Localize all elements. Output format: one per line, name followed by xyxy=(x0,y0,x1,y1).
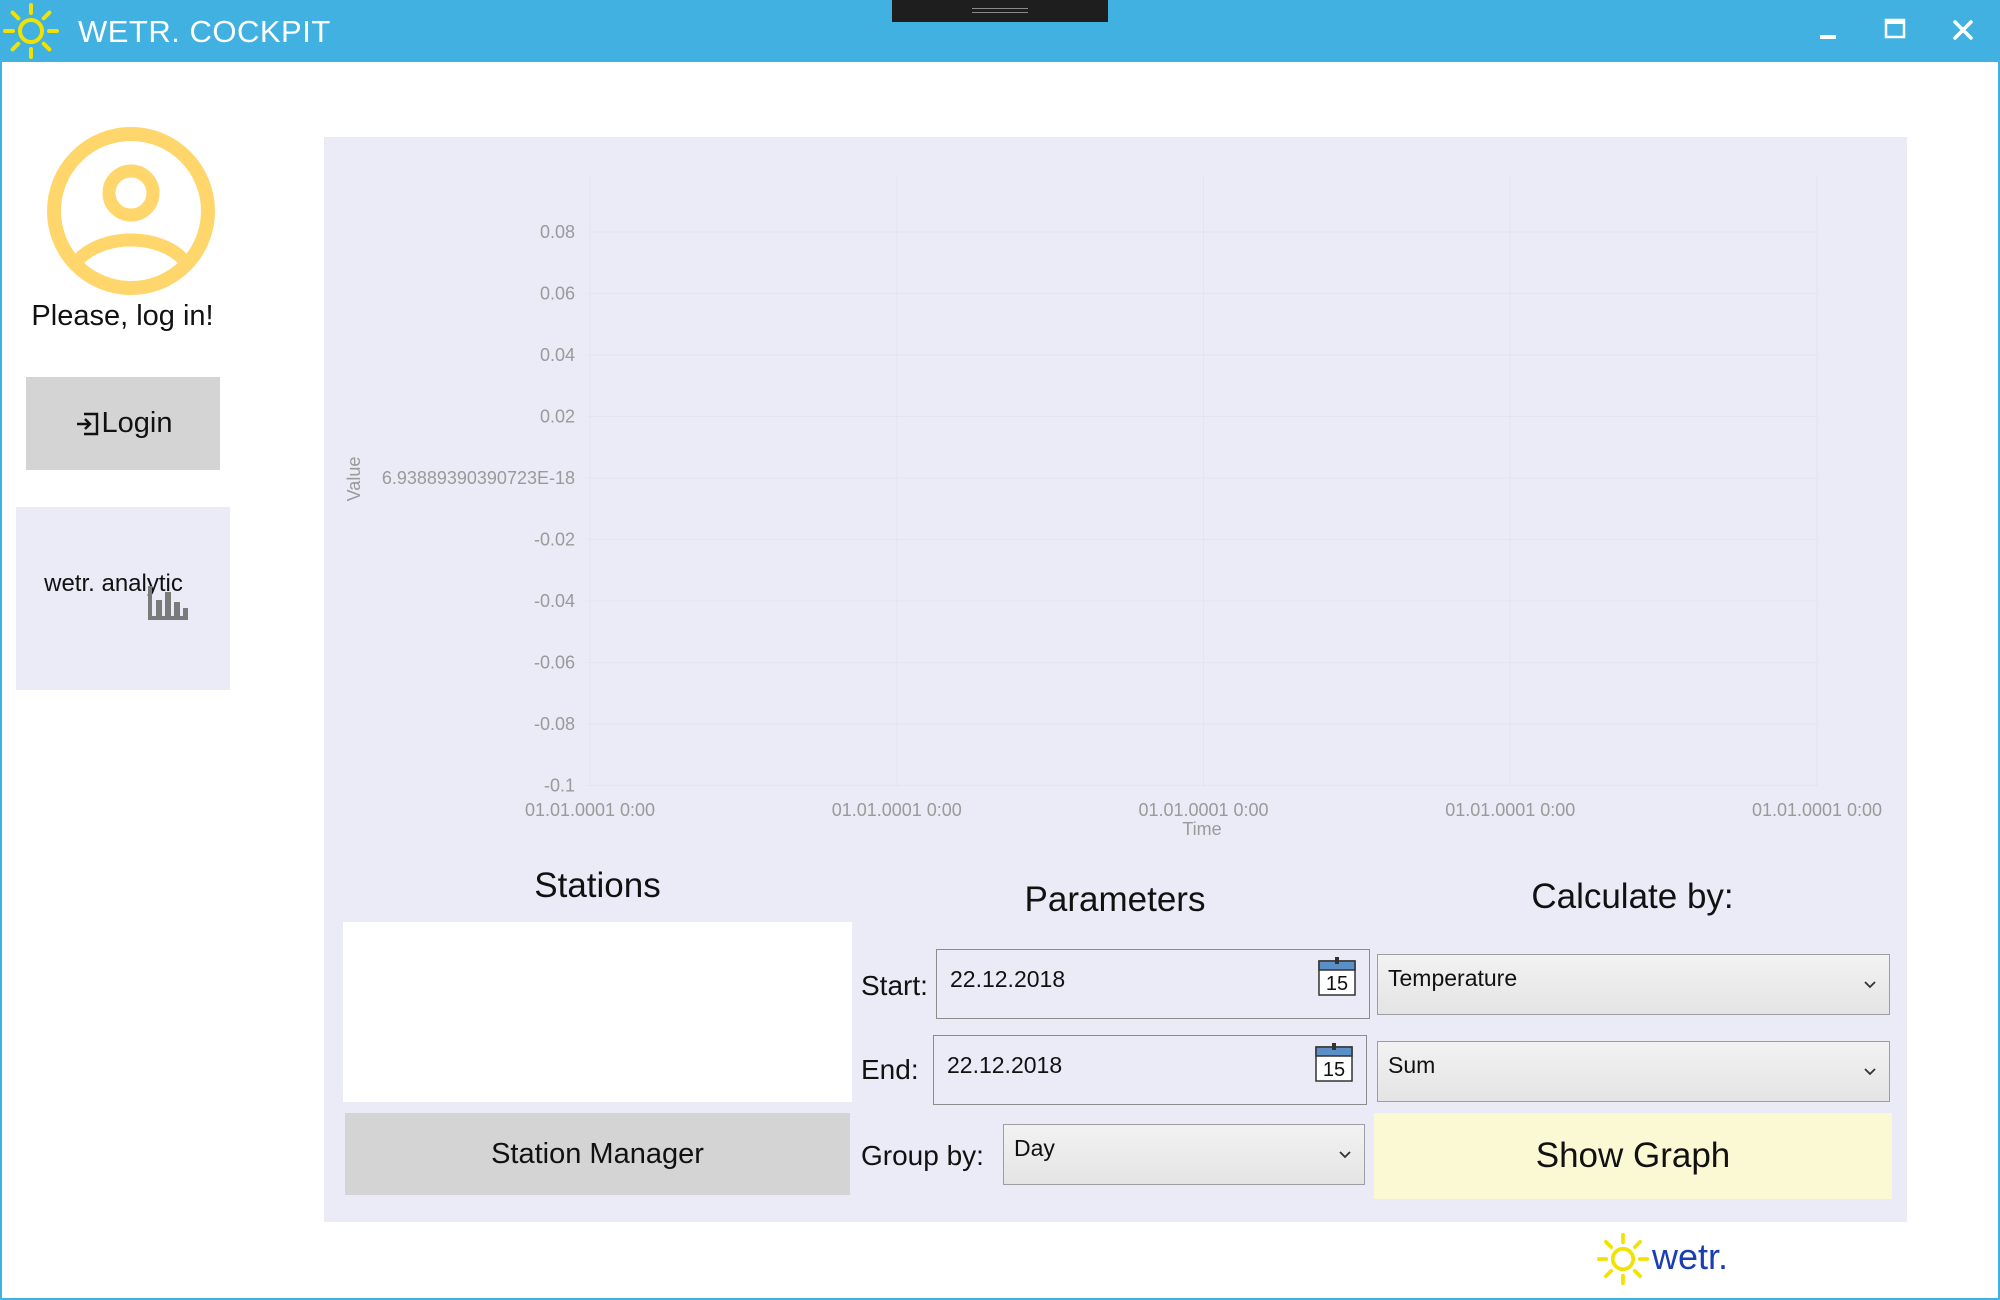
y-axis-label: Value xyxy=(344,457,364,502)
y-tick-label: -0.04 xyxy=(534,591,575,611)
group-by-select[interactable]: Day xyxy=(1003,1124,1365,1185)
parameter-select[interactable]: Temperature xyxy=(1377,954,1890,1015)
maximize-button[interactable] xyxy=(1873,10,1917,52)
maximize-icon xyxy=(1884,18,1906,39)
grip-icon xyxy=(972,8,1028,13)
stations-list[interactable] xyxy=(343,922,852,1102)
calendar-day: 15 xyxy=(1326,973,1348,995)
y-tick-label: -0.1 xyxy=(544,776,575,796)
bar-chart-icon xyxy=(148,586,188,620)
end-date-value: 22.12.2018 xyxy=(947,1052,1063,1078)
drag-handle[interactable] xyxy=(892,0,1108,22)
calculate-by-title: Calculate by: xyxy=(1531,877,1734,916)
calendar-icon[interactable]: 15 xyxy=(1314,1041,1354,1083)
x-axis-label: Time xyxy=(1182,819,1221,839)
start-date-picker[interactable]: 22.12.2018 15 xyxy=(936,949,1370,1019)
group-by-value: Day xyxy=(1014,1135,1055,1161)
values-chart[interactable]: 0.08 0.06 0.04 0.02 6.93889390390723E-18 -0.0… xyxy=(324,137,1907,852)
x-tick-label: 01.01.0001 0:00 xyxy=(1752,800,1882,820)
y-tick-label: 0.08 xyxy=(540,222,575,242)
chevron-down-icon xyxy=(1339,1150,1351,1158)
x-tick-label: 01.01.0001 0:00 xyxy=(832,800,962,820)
login-button[interactable]: Login xyxy=(26,377,220,470)
x-tick-label: 01.01.0001 0:00 xyxy=(525,800,655,820)
aggregation-select[interactable]: Sum xyxy=(1377,1041,1890,1102)
x-tick-label: 01.01.0001 0:00 xyxy=(1138,800,1268,820)
sun-logo-icon xyxy=(3,3,59,59)
minimize-button[interactable] xyxy=(1806,10,1850,52)
y-tick-label: 6.93889390390723E-18 xyxy=(382,468,575,488)
brand-text: wetr. xyxy=(1652,1236,1729,1277)
chevron-down-icon xyxy=(1864,1067,1876,1075)
login-button-label: Login xyxy=(101,407,173,439)
calendar-icon[interactable]: 15 xyxy=(1317,955,1357,997)
end-date-picker[interactable]: 22.12.2018 15 xyxy=(933,1035,1367,1105)
group-by-label: Group by: xyxy=(861,1140,984,1171)
show-graph-button[interactable]: Show Graph xyxy=(1374,1113,1892,1199)
sun-logo-icon xyxy=(1596,1232,1650,1286)
brand-logo: wetr. xyxy=(1596,1228,1746,1286)
title-bar[interactable]: WETR. COCKPIT xyxy=(0,0,2000,62)
y-tick-label: -0.06 xyxy=(534,653,575,673)
start-label: Start: xyxy=(861,970,928,1001)
x-tick-label: 01.01.0001 0:00 xyxy=(1445,800,1575,820)
user-avatar-icon xyxy=(47,127,215,295)
y-tick-label: -0.02 xyxy=(534,530,575,550)
start-date-value: 22.12.2018 xyxy=(950,966,1066,992)
minimize-icon xyxy=(1820,35,1836,39)
close-icon xyxy=(1953,20,1973,40)
parameters-title: Parameters xyxy=(1024,880,1206,919)
y-tick-label: 0.02 xyxy=(540,407,575,427)
chevron-down-icon xyxy=(1864,980,1876,988)
y-tick-label: -0.08 xyxy=(534,714,575,734)
calendar-day: 15 xyxy=(1323,1059,1345,1081)
analytic-tile[interactable]: wetr. analytic xyxy=(16,507,230,690)
end-label: End: xyxy=(861,1054,919,1085)
login-prompt: Please, log in! xyxy=(31,300,214,332)
stations-title: Stations xyxy=(534,866,661,905)
window-title: WETR. COCKPIT xyxy=(78,14,331,49)
sign-in-icon xyxy=(76,412,98,435)
station-manager-button[interactable]: Station Manager xyxy=(345,1113,850,1195)
y-tick-label: 0.04 xyxy=(540,345,575,365)
close-button[interactable] xyxy=(1941,10,1985,52)
aggregation-value: Sum xyxy=(1388,1052,1436,1078)
y-tick-label: 0.06 xyxy=(540,284,575,304)
parameter-value: Temperature xyxy=(1388,965,1518,991)
